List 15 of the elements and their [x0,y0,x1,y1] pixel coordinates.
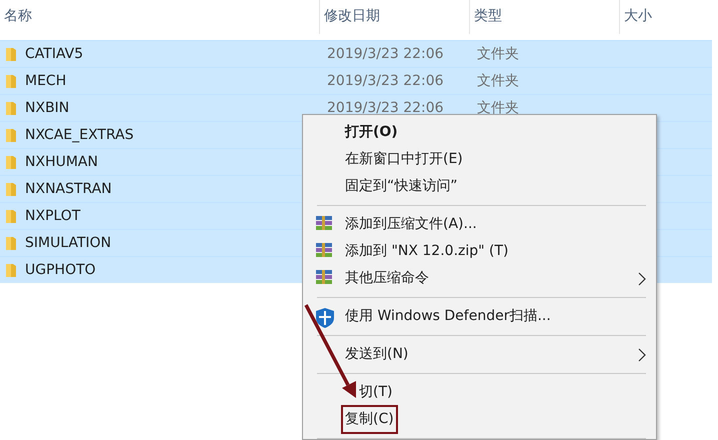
file-name: NXPLOT [25,206,80,226]
file-name: NXCAE_EXTRAS [25,126,134,144]
file-name: SIMULATION [25,234,112,252]
file-name: NXHUMAN [25,152,98,172]
date-cell: 2019/3/23 22:06 [327,46,444,62]
date-cell: 2019/3/23 22:06 [327,100,444,116]
file-name: MECH [25,72,66,90]
file-name: UGPHOTO [25,260,96,280]
type-cell: 文件夹 [477,100,519,116]
type-cell: 文件夹 [477,72,519,88]
file-name: NXNASTRAN [25,180,112,198]
type-cell: 文件夹 [477,46,519,62]
date-cell: 2019/3/23 22:06 [327,72,444,88]
file-name: CATIAV5 [25,44,84,64]
file-name: NXBIN [25,98,70,118]
